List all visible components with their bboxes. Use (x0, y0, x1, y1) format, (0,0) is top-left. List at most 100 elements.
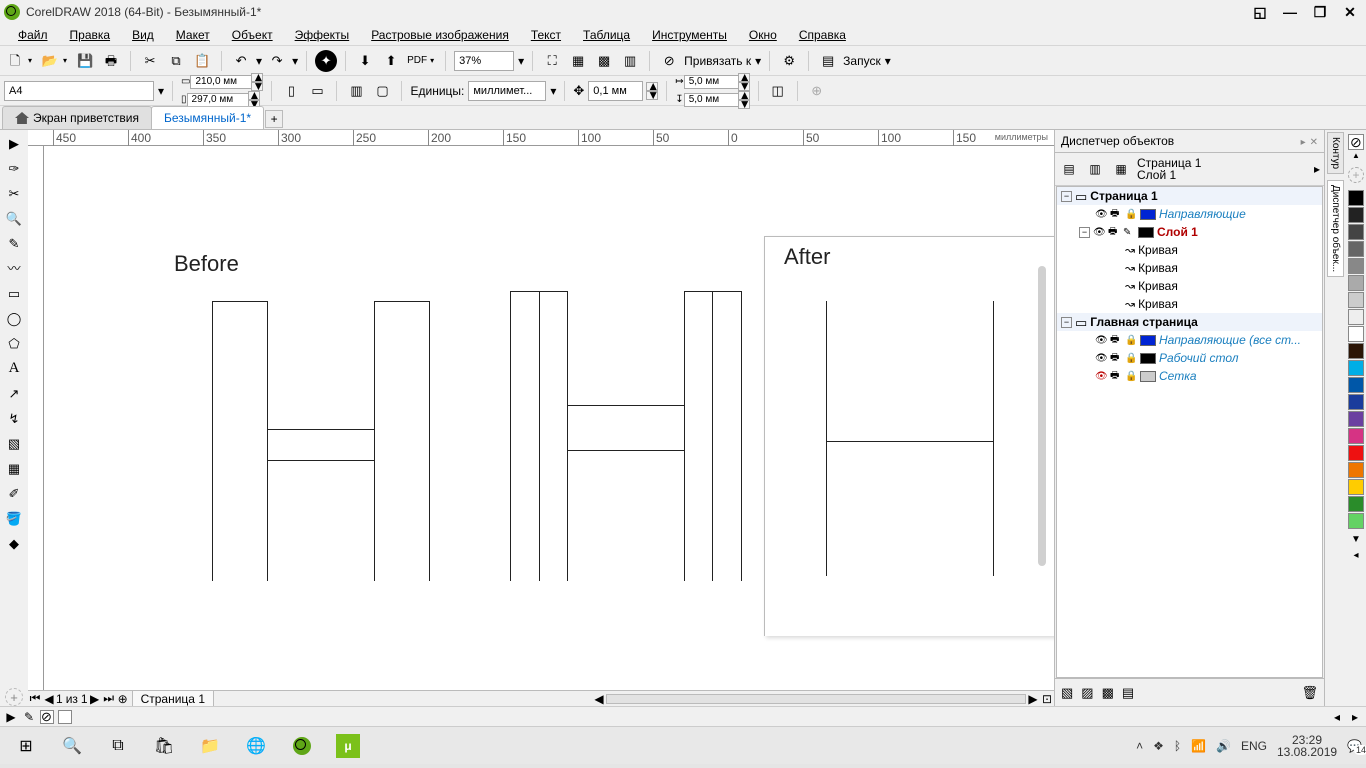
open-dropdown[interactable]: ▾ (60, 56, 70, 65)
tray-wifi-icon[interactable]: 📶 (1191, 739, 1206, 753)
fullscreen-button[interactable]: ⛶ (541, 50, 563, 72)
dock-collapse[interactable]: ▸ (1301, 137, 1306, 148)
swatch-yellow[interactable] (1348, 479, 1364, 495)
exp-layer1[interactable]: − (1079, 227, 1090, 238)
page-add[interactable]: ⊕ (116, 692, 130, 706)
redo-history[interactable]: ▾ (292, 54, 298, 68)
snap-to-dropdown[interactable]: ▾ (755, 54, 761, 68)
maximize-button[interactable]: ❐ (1308, 2, 1332, 22)
tray-notifications[interactable]: 💬14 (1347, 739, 1362, 753)
fill-indicator[interactable]: ⊘ (40, 710, 54, 724)
object-tree[interactable]: −▭Страница 1 👁🖶🔒Направляющие −👁🖶✎Слой 1 … (1056, 186, 1323, 678)
status-scroll-right[interactable]: ▸ (1348, 710, 1362, 724)
node-curve1[interactable]: Кривая (1138, 243, 1178, 257)
node-curve4[interactable]: Кривая (1138, 297, 1178, 311)
node-curve2[interactable]: Кривая (1138, 261, 1178, 275)
swatch-lgreen[interactable] (1348, 513, 1364, 529)
current-page-button[interactable]: ▢ (371, 80, 393, 102)
landscape-button[interactable]: ▭ (306, 80, 328, 102)
swatch-guides[interactable] (1140, 209, 1156, 220)
page-tab-1[interactable]: Страница 1 (132, 690, 214, 707)
menu-window[interactable]: Окно (739, 26, 787, 44)
menu-help[interactable]: Справка (789, 26, 856, 44)
launcher-icon[interactable]: ▤ (817, 50, 839, 72)
lock-grid[interactable]: 🔒 (1125, 371, 1137, 382)
taskbar-explorer[interactable]: 📁 (188, 730, 232, 762)
transparency-tool[interactable]: ▦ (3, 457, 25, 479)
menu-view[interactable]: Вид (122, 26, 164, 44)
status-nav[interactable]: ▶ (4, 710, 18, 724)
exp-master[interactable]: − (1061, 317, 1072, 328)
page-first[interactable]: ⏮ (28, 691, 42, 706)
zoom-tool[interactable]: 🔍 (3, 207, 25, 229)
open-button[interactable]: 📂 (39, 50, 61, 72)
navigator-button[interactable]: ⊡ (1040, 692, 1054, 706)
page-size-dropdown[interactable]: ▾ (158, 84, 164, 98)
new-master-layer-button[interactable]: ▨ (1081, 686, 1093, 699)
cut-button[interactable]: ✂ (139, 50, 161, 72)
minimize-button[interactable]: — (1278, 2, 1302, 22)
save-button[interactable]: 💾 (74, 50, 96, 72)
no-color-swatch[interactable]: ⊘ (1348, 134, 1364, 150)
dock-menu[interactable]: ▸ (1314, 162, 1320, 176)
tray-dropbox-icon[interactable]: ❖ (1153, 739, 1164, 753)
drop-shadow-tool[interactable]: ▧ (3, 432, 25, 454)
swatch-gr3[interactable] (1348, 275, 1364, 291)
hscrollbar[interactable] (606, 694, 1026, 704)
swatch-red[interactable] (1348, 445, 1364, 461)
palette-flyout[interactable]: ◂ (1353, 550, 1358, 561)
page-last[interactable]: ⏭ (102, 691, 116, 706)
swatch-gr2[interactable] (1348, 258, 1364, 274)
options-button[interactable]: ⚙ (778, 50, 800, 72)
swatch-pink[interactable] (1348, 428, 1364, 444)
copy-button[interactable]: ⧉ (165, 50, 187, 72)
zoom-dropdown[interactable]: ▾ (518, 54, 524, 68)
menu-bitmaps[interactable]: Растровые изображения (361, 26, 519, 44)
node-desktop[interactable]: Рабочий стол (1159, 351, 1239, 365)
menu-edit[interactable]: Правка (60, 26, 121, 44)
taskbar-edge[interactable]: 🌐 (234, 730, 278, 762)
parallel-dim-tool[interactable]: ↗ (3, 382, 25, 404)
node-master[interactable]: Главная страница (1090, 315, 1198, 329)
pick-tool[interactable]: ▶ (3, 132, 25, 154)
print-guides-all[interactable]: 🖶 (1110, 332, 1122, 349)
node-curve3[interactable]: Кривая (1138, 279, 1178, 293)
menu-layout[interactable]: Макет (166, 26, 220, 44)
portrait-button[interactable]: ▯ (280, 80, 302, 102)
shape-tool[interactable]: ✑ (3, 157, 25, 179)
lock-guides[interactable]: 🔒 (1125, 209, 1137, 220)
eye-desktop[interactable]: 👁 (1095, 353, 1107, 364)
tray-bluetooth-icon[interactable]: ᛒ (1174, 739, 1181, 753)
eye-grid[interactable]: 👁 (1095, 371, 1107, 382)
tray-volume-icon[interactable]: 🔊 (1216, 739, 1231, 753)
page-size-select[interactable] (4, 81, 154, 101)
swatch-purple[interactable] (1348, 411, 1364, 427)
nudge-input[interactable] (588, 81, 643, 101)
swatch-blue3[interactable] (1348, 394, 1364, 410)
taskbar-coreldraw[interactable] (280, 730, 324, 762)
page-prev[interactable]: ◀ (42, 692, 56, 706)
zoom-input[interactable] (454, 51, 514, 71)
swatch-black[interactable] (1348, 190, 1364, 206)
swatch-guides-all[interactable] (1140, 335, 1156, 346)
swatch-brown[interactable] (1348, 343, 1364, 359)
redo-button[interactable]: ↷ (266, 50, 288, 72)
interactive-fill-tool[interactable]: 🪣 (3, 507, 25, 529)
ruler-vertical[interactable] (28, 146, 44, 690)
undo-history[interactable]: ▾ (256, 54, 262, 68)
dup-x-input[interactable] (684, 75, 739, 89)
swatch-layer1[interactable] (1138, 227, 1154, 238)
swatch-gr5[interactable] (1348, 309, 1364, 325)
paste-button[interactable]: 📋 (191, 50, 213, 72)
dock-close[interactable]: ✕ (1310, 137, 1318, 148)
freehand-tool[interactable]: ✎ (3, 232, 25, 254)
swatch-dk1[interactable] (1348, 207, 1364, 223)
node-guides[interactable]: Направляющие (1159, 207, 1246, 221)
lock-layer1[interactable]: ✎ (1123, 227, 1135, 238)
account-icon[interactable]: ◱ (1248, 2, 1272, 22)
menu-effects[interactable]: Эффекты (285, 26, 360, 44)
tab-welcome[interactable]: Экран приветствия (2, 106, 152, 129)
dupy-down[interactable]: ▼ (738, 100, 750, 109)
eyedropper-tool[interactable]: ✐ (3, 482, 25, 504)
delete-layer-button[interactable]: 🗑 (1301, 686, 1318, 699)
